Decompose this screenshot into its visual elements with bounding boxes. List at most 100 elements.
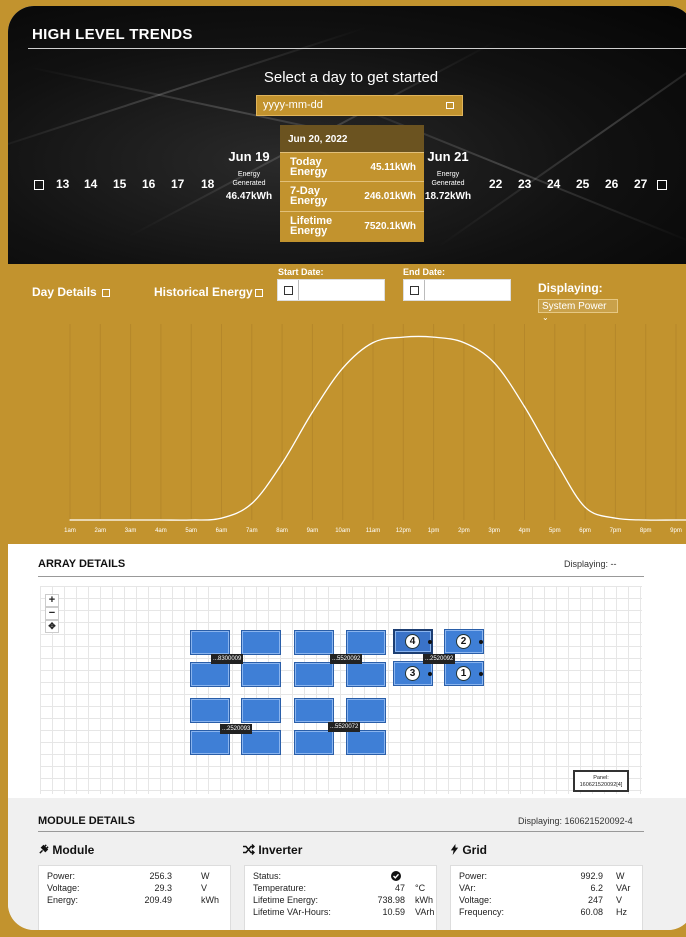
solar-panel[interactable]	[294, 630, 334, 655]
today-energy-value: 45.11kWh	[370, 162, 416, 173]
data-point	[130, 519, 132, 521]
seven-day-energy-row: 7-Day Energy 246.01kWh	[280, 181, 424, 209]
inverter-tag[interactable]: ...5520072	[328, 722, 361, 732]
day-17[interactable]: 17	[171, 177, 184, 191]
x-tick-label: 2pm	[458, 528, 470, 534]
data-point	[433, 336, 435, 338]
checkbox-icon[interactable]	[254, 288, 263, 297]
panel-badge-2: 2	[456, 634, 471, 649]
inverter-tag[interactable]: ...2520092	[423, 654, 456, 664]
connector-dot	[479, 640, 483, 644]
x-tick-label: 8pm	[640, 528, 652, 534]
day-details-toggle[interactable]: Day Details	[32, 285, 111, 299]
solar-panel[interactable]	[241, 698, 281, 723]
day-25[interactable]: 25	[576, 177, 589, 191]
row-value: 60.08	[580, 907, 603, 917]
solar-panel[interactable]	[346, 630, 386, 655]
row-value: 209.49	[144, 895, 172, 905]
row-value: 10.59	[382, 907, 405, 917]
energy-label: Energy	[237, 171, 261, 178]
day-16[interactable]: 16	[142, 177, 155, 191]
solar-panel[interactable]	[241, 630, 281, 655]
zoom-out-button[interactable]: −	[45, 607, 59, 620]
row-key: Status:	[253, 871, 282, 881]
displaying-select[interactable]: System Power ⌄	[538, 299, 618, 322]
reset-view-button[interactable]: ✥	[45, 620, 59, 633]
day-22[interactable]: 22	[489, 177, 502, 191]
shuffle-icon	[243, 844, 255, 855]
calendar-icon[interactable]	[404, 280, 425, 300]
zoom-in-button[interactable]: +	[45, 594, 59, 607]
calendar-icon[interactable]	[278, 280, 299, 300]
start-date-label: Start Date:	[278, 267, 324, 277]
module-details-title: MODULE DETAILS	[38, 815, 135, 827]
select-day-prompt: Select a day to get started	[263, 69, 439, 86]
row-value: 47	[394, 883, 405, 893]
solar-panel[interactable]	[294, 698, 334, 723]
x-tick-label: 1pm	[428, 528, 440, 534]
day-18[interactable]: 18	[201, 177, 214, 191]
data-point	[584, 506, 586, 508]
x-tick-label: 7am	[246, 528, 258, 534]
calendar-icon[interactable]	[446, 102, 454, 109]
solar-panel[interactable]	[241, 662, 281, 687]
module-heading: Module	[38, 843, 94, 857]
solar-panel[interactable]	[294, 662, 334, 687]
historical-energy-toggle[interactable]: Historical Energy	[154, 285, 263, 299]
row-unit: °C	[415, 883, 426, 893]
connector-dot	[479, 672, 483, 676]
x-tick-label: 5am	[185, 528, 197, 534]
x-tick-label: 9pm	[670, 528, 682, 534]
row-unit: V	[616, 895, 623, 905]
selected-panel-label: Panel: 160621520092[4]	[573, 770, 629, 792]
row-value: 6.2	[590, 883, 603, 893]
today-energy-row: Today Energy 45.11kWh	[280, 152, 424, 180]
solar-panel[interactable]	[190, 630, 230, 655]
grid-card: Power: 992.9 W VAr: 6.2 VAr Voltage: 247 V Fre…	[450, 865, 643, 930]
x-tick-label: 12pm	[396, 528, 411, 534]
solar-panel[interactable]	[346, 730, 386, 755]
array-details: ARRAY DETAILS Displaying: -- + − ✥ ...83…	[8, 544, 686, 798]
panel-badge-3: 3	[405, 666, 420, 681]
array-layout-grid[interactable]	[40, 586, 642, 794]
end-date-input[interactable]	[403, 279, 511, 301]
module-details: MODULE DETAILS Displaying: 160621520092-…	[8, 798, 686, 930]
data-point	[220, 517, 223, 519]
prev-week-button[interactable]	[34, 180, 44, 190]
day-21-card[interactable]: Jun 21 Energy Generated 18.72kWh	[422, 149, 474, 202]
x-tick-label: 3am	[125, 528, 137, 534]
day-21-value: 18.72kWh	[424, 191, 472, 202]
inverter-tag[interactable]: ...5520092	[330, 654, 363, 664]
end-date-label: End Date:	[403, 267, 446, 277]
x-tick-label: 6am	[216, 528, 228, 534]
data-point	[342, 367, 344, 369]
array-details-title: ARRAY DETAILS	[38, 558, 126, 570]
data-point	[281, 462, 283, 464]
date-input[interactable]: yyyy-mm-dd	[256, 95, 463, 116]
divider	[38, 576, 644, 577]
day-19-card[interactable]: Jun 19 Energy Generated 46.47kWh	[224, 149, 274, 202]
solar-panel[interactable]	[346, 698, 386, 723]
day-13[interactable]: 13	[56, 177, 69, 191]
solar-panel[interactable]	[190, 662, 230, 687]
start-date-input[interactable]	[277, 279, 385, 301]
x-tick-label: 5pm	[549, 528, 561, 534]
grid-heading-label: Grid	[462, 843, 488, 857]
day-24[interactable]: 24	[547, 177, 560, 191]
inverter-tag[interactable]: ...8300009	[211, 654, 244, 664]
trends-panel: HIGH LEVEL TRENDS Select a day to get st…	[8, 6, 686, 264]
data-point	[160, 519, 162, 521]
solar-panel[interactable]	[346, 662, 386, 687]
x-tick-label: 11am	[366, 528, 381, 534]
solar-panel[interactable]	[190, 698, 230, 723]
day-23[interactable]: 23	[518, 177, 531, 191]
next-week-button[interactable]	[657, 180, 667, 190]
day-27[interactable]: 27	[634, 177, 647, 191]
row-value: 256.3	[149, 871, 172, 881]
solar-panel[interactable]	[294, 730, 334, 755]
day-14[interactable]: 14	[84, 177, 97, 191]
checkbox-icon[interactable]	[102, 288, 111, 297]
day-26[interactable]: 26	[605, 177, 618, 191]
day-15[interactable]: 15	[113, 177, 126, 191]
inverter-tag[interactable]: ...2520093	[220, 724, 253, 734]
